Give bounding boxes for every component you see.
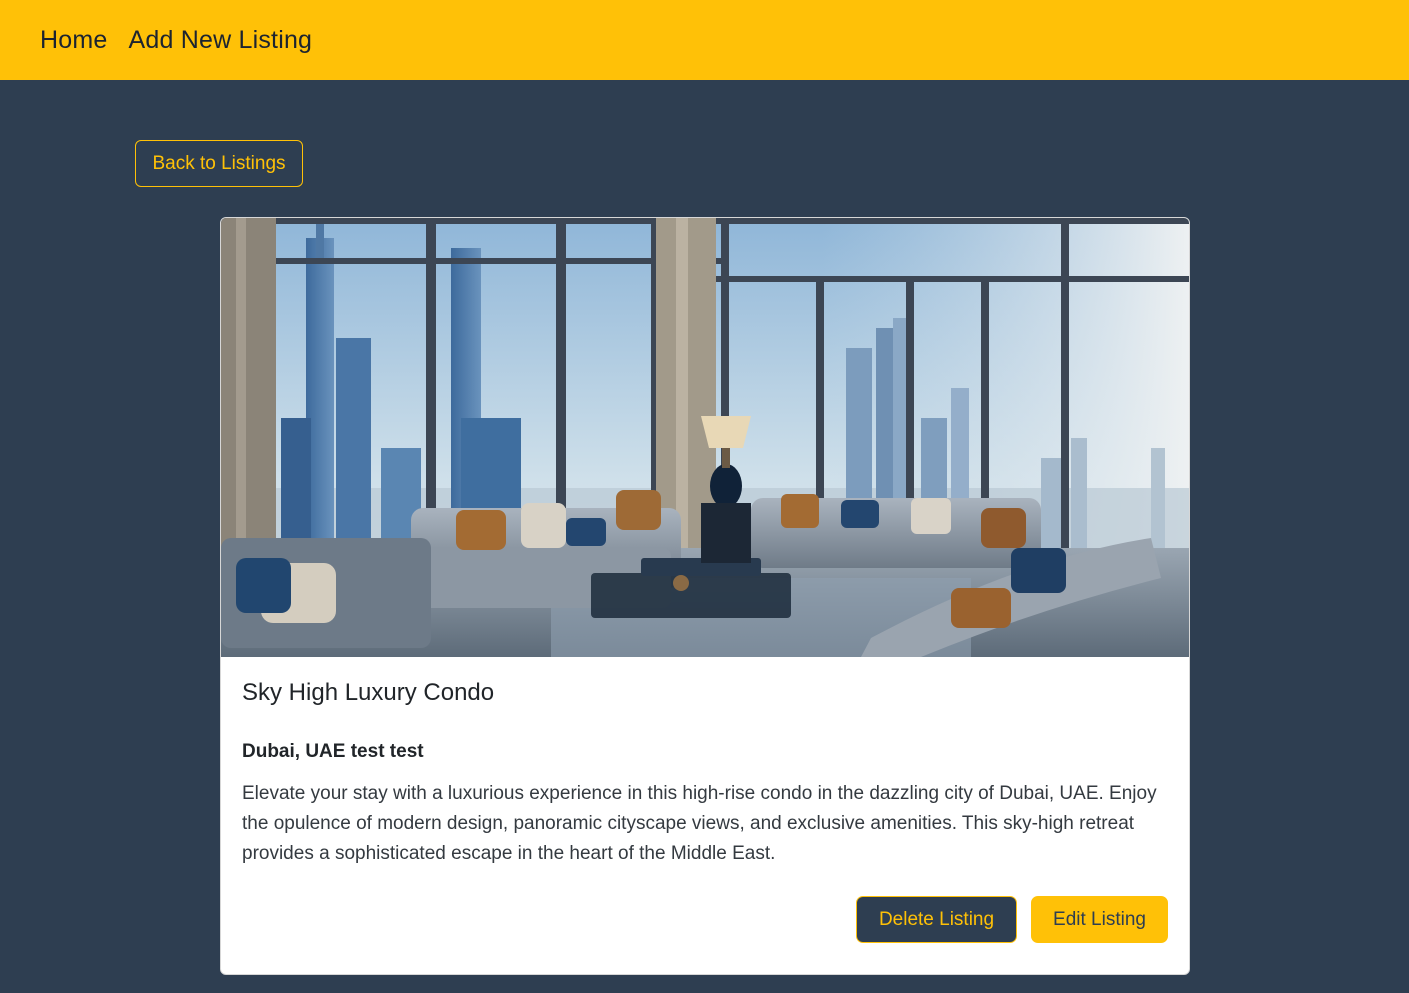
listing-card-body: Sky High Luxury Condo Dubai, UAE test te…	[221, 657, 1189, 869]
edit-listing-button[interactable]: Edit Listing	[1031, 896, 1168, 943]
listing-photo	[221, 218, 1189, 657]
back-to-listings-button[interactable]: Back to Listings	[135, 140, 303, 187]
listing-actions: Delete Listing Edit Listing	[856, 896, 1168, 943]
nav-home-link[interactable]: Home	[40, 26, 108, 55]
delete-listing-button[interactable]: Delete Listing	[856, 896, 1017, 943]
top-navbar: Home Add New Listing	[0, 0, 1409, 80]
listing-title: Sky High Luxury Condo	[242, 679, 495, 706]
listing-description: Elevate your stay with a luxurious exper…	[242, 783, 1157, 864]
nav-add-listing-link[interactable]: Add New Listing	[129, 26, 313, 55]
listing-location: Dubai, UAE test test	[242, 741, 424, 762]
listing-card: Sky High Luxury Condo Dubai, UAE test te…	[220, 217, 1190, 975]
